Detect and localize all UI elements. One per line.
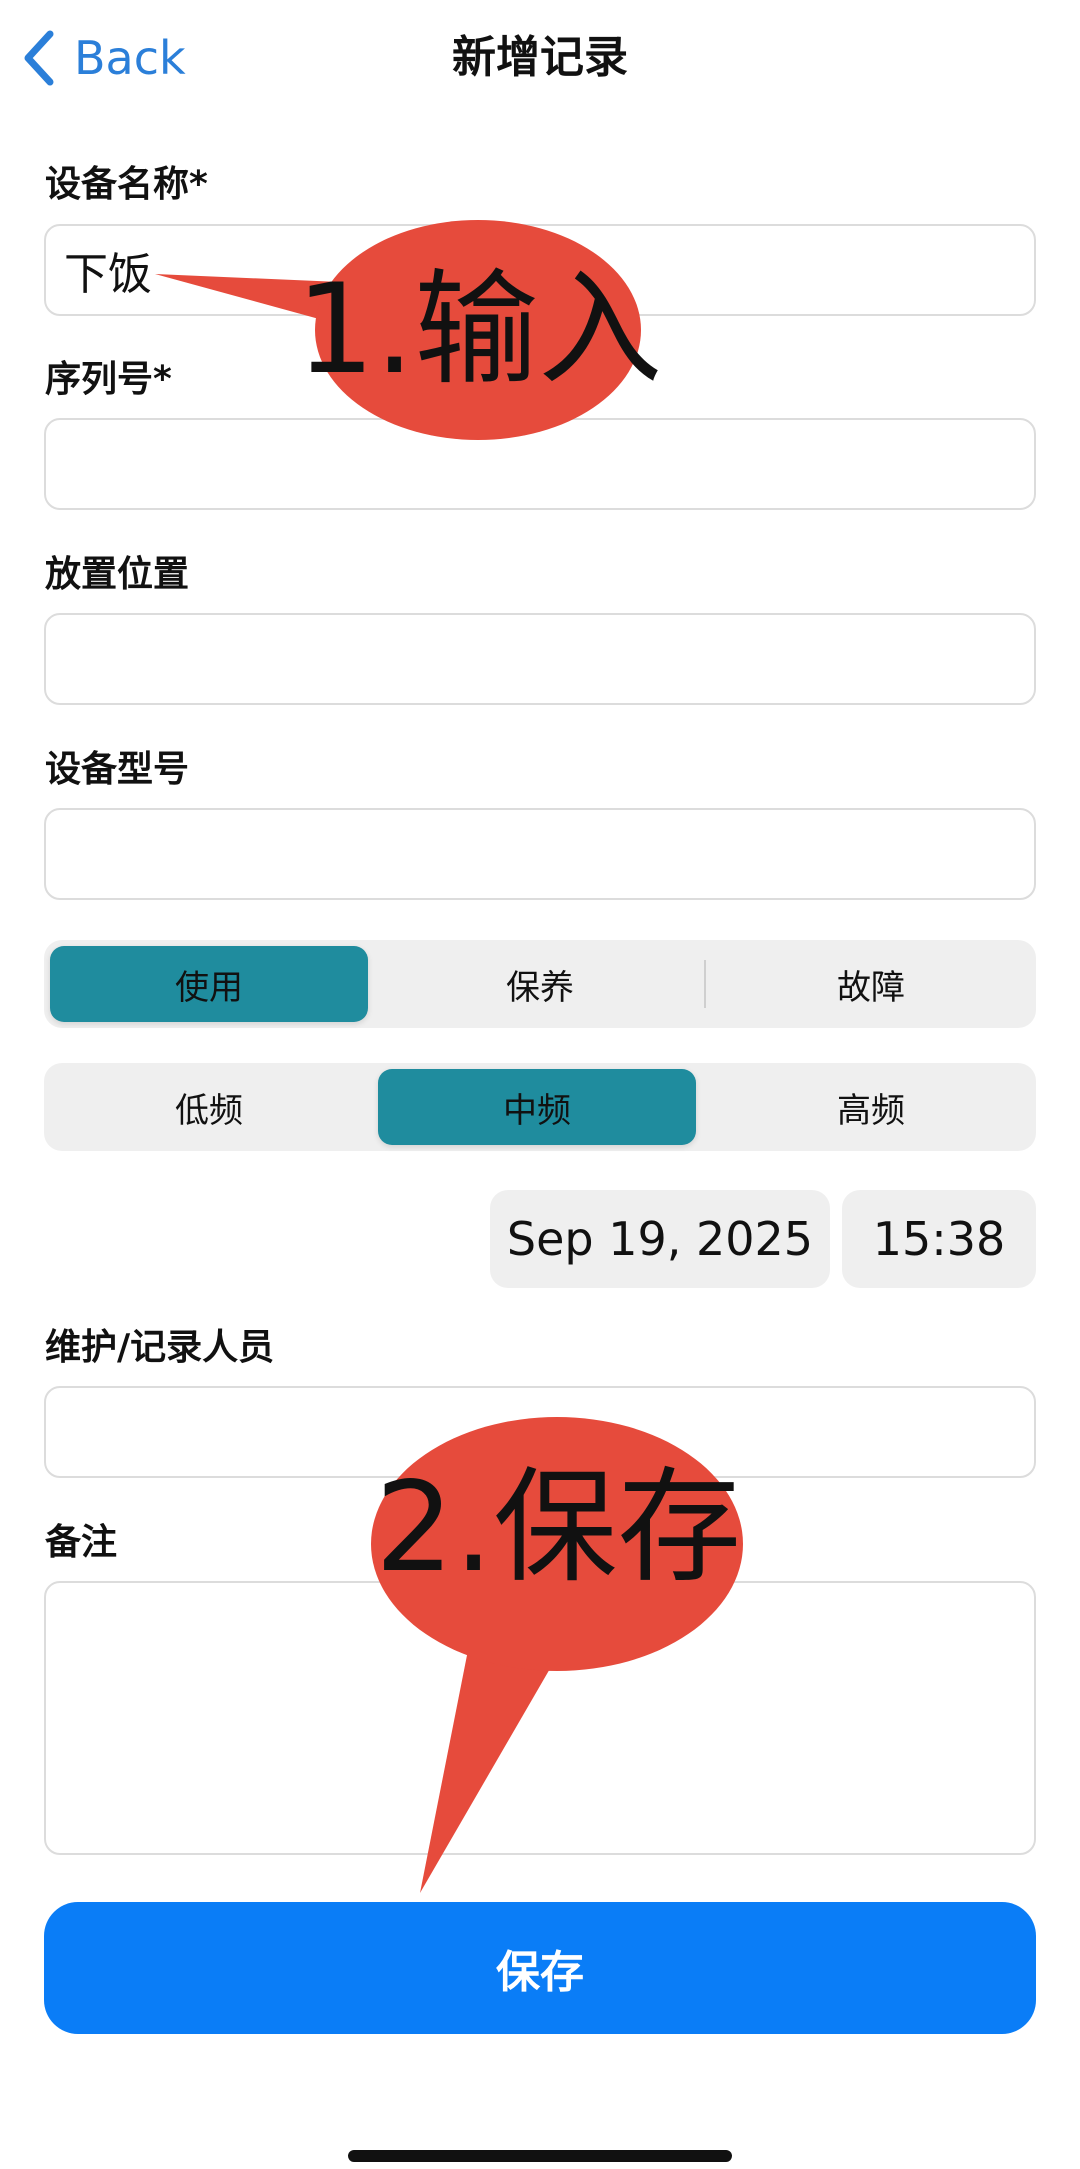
segment-freq-medium[interactable]: 中频 [378, 1069, 696, 1145]
callout-step1-text: 1.输入 [296, 258, 663, 402]
segment-divider [704, 960, 706, 1008]
callout-step2-text: 2.保存 [375, 1456, 742, 1600]
model-label: 设备型号 [45, 749, 190, 790]
serial-number-input[interactable] [44, 418, 1036, 510]
time-picker[interactable]: 15:38 [842, 1190, 1036, 1288]
location-label: 放置位置 [45, 554, 190, 595]
location-input[interactable] [44, 613, 1036, 705]
segment-status-maintenance[interactable]: 保养 [381, 946, 699, 1022]
maintainer-label: 维护/记录人员 [45, 1327, 275, 1368]
page-title: 新增记录 [452, 32, 628, 83]
serial-number-label: 序列号* [45, 359, 172, 400]
segment-freq-high[interactable]: 高频 [712, 1069, 1030, 1145]
date-picker[interactable]: Sep 19, 2025 [490, 1190, 830, 1288]
status-segmented-control: 使用 保养 故障 [44, 940, 1036, 1028]
device-name-label: 设备名称* [45, 164, 208, 205]
notes-textarea[interactable] [44, 1581, 1036, 1855]
home-indicator [348, 2150, 732, 2162]
notes-label: 备注 [45, 1522, 118, 1563]
save-button[interactable]: 保存 [44, 1902, 1036, 2034]
segment-status-in-use[interactable]: 使用 [50, 946, 368, 1022]
segment-status-fault[interactable]: 故障 [712, 946, 1030, 1022]
model-input[interactable] [44, 808, 1036, 900]
frequency-segmented-control: 低频 中频 高频 [44, 1063, 1036, 1151]
segment-freq-low[interactable]: 低频 [50, 1069, 368, 1145]
